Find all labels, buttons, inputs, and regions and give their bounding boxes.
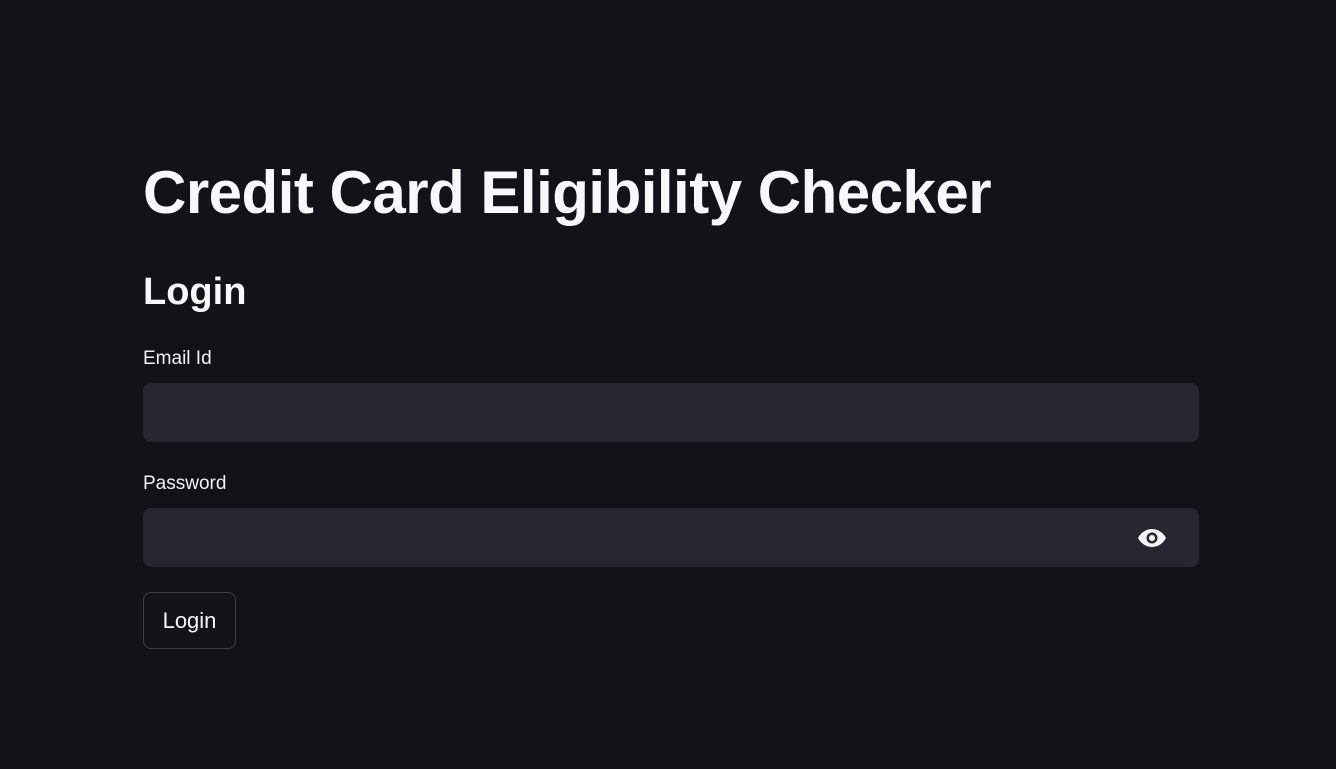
login-button[interactable]: Login — [143, 592, 236, 649]
password-input[interactable] — [143, 508, 1199, 567]
eye-icon[interactable] — [1136, 526, 1168, 550]
email-field-container — [143, 383, 1199, 442]
email-input[interactable] — [143, 383, 1199, 442]
email-label: Email Id — [143, 348, 212, 369]
password-field-container — [143, 508, 1199, 567]
login-heading: Login — [143, 271, 247, 313]
password-label: Password — [143, 473, 227, 494]
page-title: Credit Card Eligibility Checker — [143, 159, 992, 226]
